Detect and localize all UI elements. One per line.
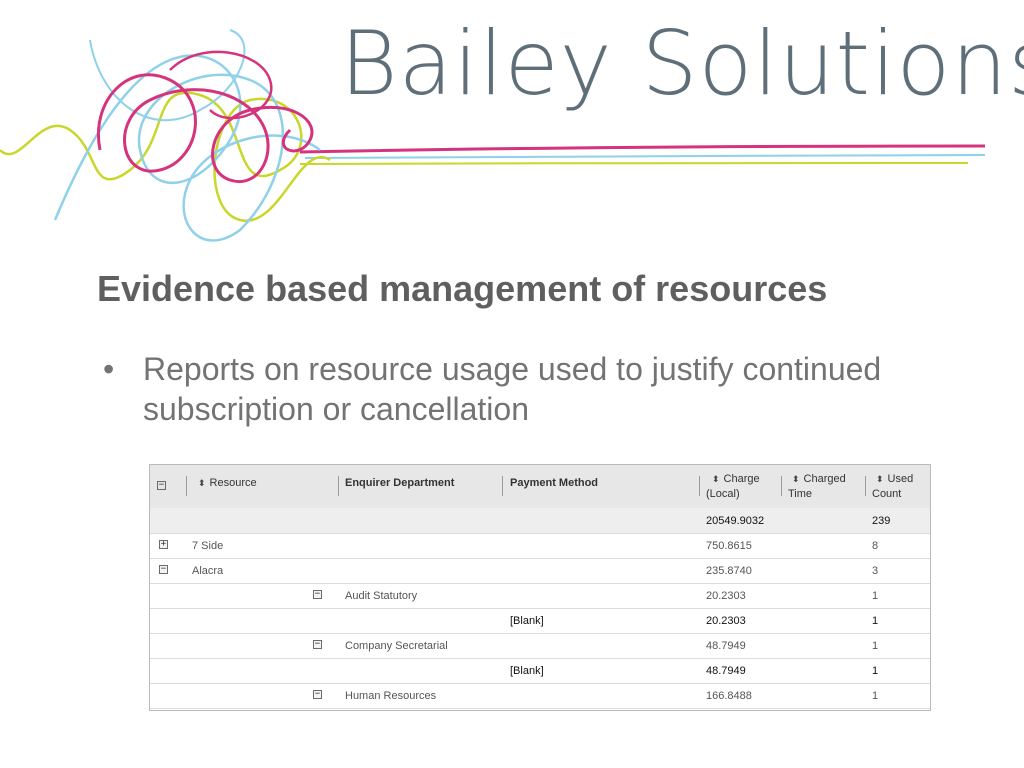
expand-row-icon[interactable]: + [159, 540, 168, 549]
cell-charge: 20.2303 [706, 590, 746, 602]
column-header-label-line1: Charge [723, 473, 760, 485]
table-row[interactable]: + 7 Side 750.8615 8 [150, 533, 930, 559]
column-divider [338, 476, 339, 496]
cell-charge: 750.8615 [706, 540, 752, 552]
collapse-row-icon[interactable]: − [313, 640, 322, 649]
column-header-label-line1: Charged [803, 473, 846, 485]
collapse-row-icon[interactable]: − [159, 565, 168, 574]
cell-department: Company Secretarial [345, 640, 448, 652]
table-row[interactable]: − Alacra 235.8740 3 [150, 558, 930, 584]
column-header-charge-local[interactable]: ⬍ Charge (Local) [706, 472, 760, 502]
column-header-resource[interactable]: ⬍ Resource [198, 477, 257, 489]
column-header-department: Enquirer Department [345, 477, 455, 489]
cell-used-count: 1 [872, 665, 879, 677]
cell-resource: Alacra [192, 565, 224, 577]
cell-used-count: 1 [872, 590, 879, 602]
cell-charge: 235.8740 [706, 565, 752, 577]
column-header-payment-method: Payment Method [510, 477, 599, 489]
brand-name: Bailey Solutions [340, 12, 1024, 115]
table-row-total: 20549.9032 239 [150, 508, 930, 534]
cell-charge: 166.8488 [706, 690, 752, 702]
collapse-row-icon[interactable]: − [313, 590, 322, 599]
collapse-all-toggle-icon[interactable]: − [157, 481, 166, 490]
table-row: [Blank] 20.2303 1 [150, 608, 930, 634]
collapse-row-icon[interactable]: − [313, 690, 322, 699]
column-header-label-line2: (Local) [706, 488, 740, 500]
column-divider [186, 476, 187, 496]
column-header-label-line2: Time [788, 488, 813, 500]
cell-payment-method: [Blank] [510, 615, 544, 627]
column-header-used-count[interactable]: ⬍ Used Count [872, 472, 913, 502]
sort-arrows-icon: ⬍ [792, 474, 800, 484]
column-divider [699, 476, 700, 496]
column-divider [781, 476, 782, 496]
column-divider [502, 476, 503, 496]
bullet-marker: • [103, 351, 115, 387]
column-header-charged-time[interactable]: ⬍ Charged Time [788, 472, 846, 502]
cell-used-count: 239 [872, 515, 891, 527]
table-row[interactable]: − Audit Statutory 20.2303 1 [150, 583, 930, 609]
bullet-text: Reports on resource usage used to justif… [143, 351, 882, 427]
cell-charge: 20.2303 [706, 615, 746, 627]
sort-arrows-icon: ⬍ [712, 474, 720, 484]
table-row[interactable]: − Company Secretarial 48.7949 1 [150, 633, 930, 659]
cell-department: Audit Statutory [345, 590, 418, 602]
cell-used-count: 1 [872, 615, 879, 627]
table-row: [Blank] 48.7949 1 [150, 658, 930, 684]
cell-charge: 20549.9032 [706, 515, 765, 527]
cell-used-count: 1 [872, 690, 879, 702]
sort-arrows-icon: ⬍ [876, 474, 884, 484]
sort-arrows-icon: ⬍ [198, 478, 206, 488]
cell-resource: 7 Side [192, 540, 224, 552]
column-header-label-line1: Used [887, 473, 914, 485]
cell-used-count: 3 [872, 565, 879, 577]
cell-used-count: 1 [872, 640, 879, 652]
cell-payment-method: [Blank] [510, 665, 544, 677]
column-divider [865, 476, 866, 496]
column-header-label-line2: Count [872, 488, 902, 500]
slide-title: Evidence based management of resources [97, 268, 828, 309]
cell-department: Human Resources [345, 690, 437, 702]
resource-usage-report: − ⬍ Resource Enquirer Department Payment … [149, 464, 931, 711]
column-header-label: Resource [209, 477, 257, 489]
cell-charge: 48.7949 [706, 640, 746, 652]
table-row[interactable]: − Human Resources 166.8488 1 [150, 683, 930, 709]
cell-used-count: 8 [872, 540, 879, 552]
cell-charge: 48.7949 [706, 665, 746, 677]
report-header-row: − ⬍ Resource Enquirer Department Payment … [150, 465, 930, 509]
